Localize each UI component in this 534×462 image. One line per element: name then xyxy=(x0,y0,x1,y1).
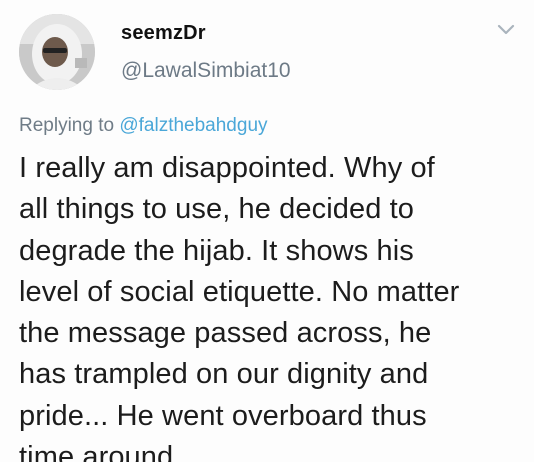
display-name[interactable]: seemzDr xyxy=(121,22,206,45)
profile-photo-icon xyxy=(19,14,95,90)
reply-mention-link[interactable]: @falzthebahdguy xyxy=(119,115,267,136)
tweet-text: I really am disappointed. Why of all thi… xyxy=(19,152,460,462)
avatar[interactable] xyxy=(19,14,95,90)
user-handle[interactable]: @LawalSimbiat10 xyxy=(121,59,291,83)
tweet-card: seemzDr @LawalSimbiat10 Replying to @fal… xyxy=(0,0,534,462)
replying-to-line: Replying to @falzthebahdguy xyxy=(19,115,268,137)
chevron-down-icon[interactable] xyxy=(495,22,517,38)
replying-to-label: Replying to xyxy=(19,115,115,136)
